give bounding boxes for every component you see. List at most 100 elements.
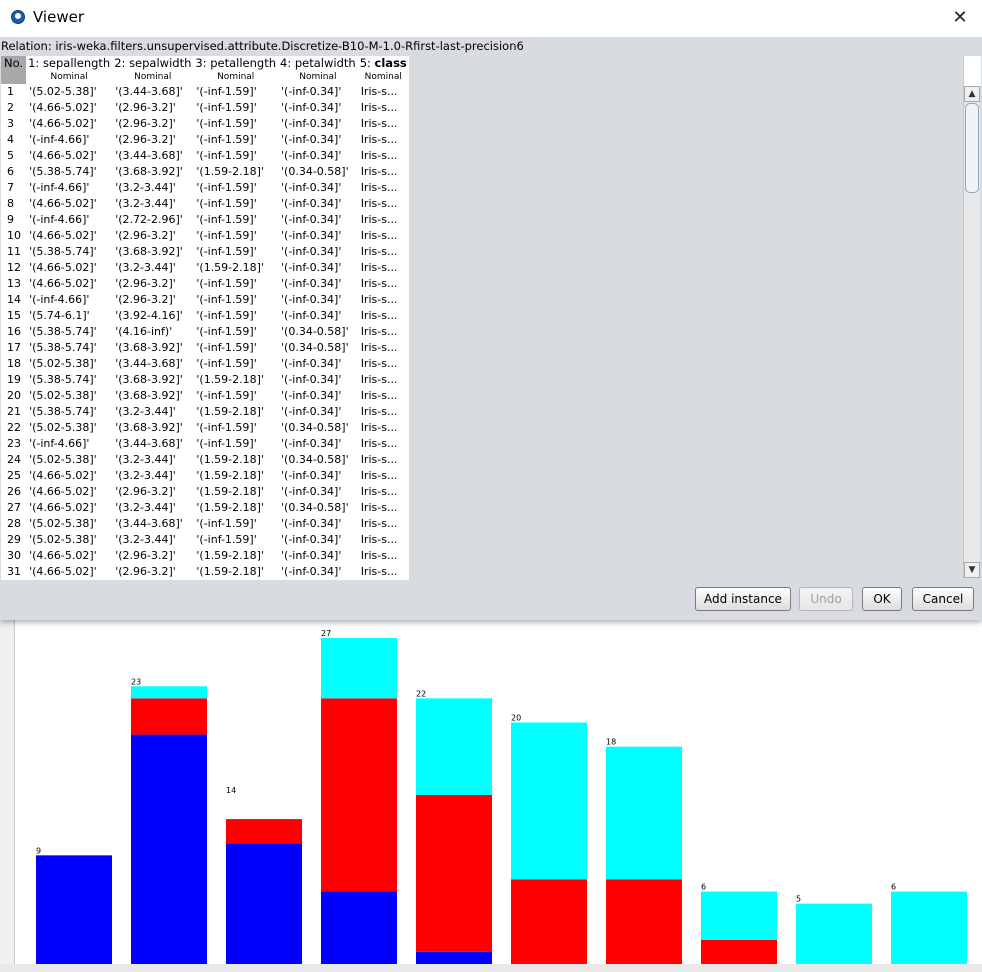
ok-button[interactable]: OK xyxy=(862,587,902,611)
table-cell[interactable]: '(-inf-1.59]' xyxy=(193,340,279,356)
table-cell[interactable]: '(-inf-0.34]' xyxy=(278,388,358,404)
table-cell[interactable]: '(-inf-0.34]' xyxy=(278,436,358,452)
table-cell[interactable]: Iris-s... xyxy=(357,292,409,308)
table-row[interactable]: 13 '(4.66-5.02]' '(2.96-3.2]' '(-inf-1.59]'… xyxy=(1,276,409,292)
table-cell[interactable]: '(0.34-0.58]' xyxy=(278,500,358,516)
table-cell[interactable]: '(-inf-1.59]' xyxy=(193,308,279,324)
table-cell[interactable]: Iris-s... xyxy=(357,132,409,148)
table-cell[interactable]: '(5.02-5.38]' xyxy=(26,420,113,436)
table-cell[interactable]: '(0.34-0.58]' xyxy=(278,324,358,340)
table-cell[interactable]: '(-inf-0.34]' xyxy=(278,356,358,372)
table-row[interactable]: 20 '(5.02-5.38]' '(3.68-3.92]' '(-inf-1.59]… xyxy=(1,388,409,404)
table-row[interactable]: 30 '(4.66-5.02]' '(2.96-3.2]' '(1.59-2.18]'… xyxy=(1,548,409,564)
table-cell[interactable]: '(2.72-2.96]' xyxy=(112,212,194,228)
table-cell[interactable]: '(2.96-3.2]' xyxy=(112,132,194,148)
row-number-cell[interactable]: 7 xyxy=(1,180,27,196)
table-cell[interactable]: Iris-s... xyxy=(357,420,409,436)
table-cell[interactable]: '(-inf-0.34]' xyxy=(278,212,358,228)
table-cell[interactable]: '(5.38-5.74]' xyxy=(26,244,113,260)
table-cell[interactable]: '(-inf-1.59]' xyxy=(193,100,279,116)
row-number-cell[interactable]: 9 xyxy=(1,212,27,228)
row-number-cell[interactable]: 20 xyxy=(1,388,27,404)
table-cell[interactable]: '(2.96-3.2]' xyxy=(112,564,194,580)
scroll-down-arrow-icon[interactable]: ▼ xyxy=(964,562,980,578)
table-cell[interactable]: '(3.68-3.92]' xyxy=(112,164,194,180)
table-cell[interactable]: '(-inf-1.59]' xyxy=(193,84,279,100)
table-cell[interactable]: '(-inf-0.34]' xyxy=(278,100,358,116)
table-cell[interactable]: '(5.02-5.38]' xyxy=(26,532,113,548)
table-cell[interactable]: '(2.96-3.2]' xyxy=(112,116,194,132)
row-number-cell[interactable]: 29 xyxy=(1,532,27,548)
table-cell[interactable]: '(-inf-0.34]' xyxy=(278,196,358,212)
column-header-4[interactable]: 4: petalwidth Nominal xyxy=(278,56,358,84)
table-cell[interactable]: '(2.96-3.2]' xyxy=(112,100,194,116)
table-row[interactable]: 5 '(4.66-5.02]' '(3.44-3.68]' '(-inf-1.59]'… xyxy=(1,148,409,164)
table-cell[interactable]: '(-inf-1.59]' xyxy=(193,420,279,436)
scroll-thumb[interactable] xyxy=(965,103,979,193)
column-header-5[interactable]: 5: class Nominal xyxy=(357,56,409,84)
table-cell[interactable]: '(2.96-3.2]' xyxy=(112,228,194,244)
table-cell[interactable]: '(4.66-5.02]' xyxy=(26,484,113,500)
table-row[interactable]: 27 '(4.66-5.02]' '(3.2-3.44]' '(1.59-2.18]'… xyxy=(1,500,409,516)
table-cell[interactable]: '(4.66-5.02]' xyxy=(26,196,113,212)
row-number-cell[interactable]: 5 xyxy=(1,148,27,164)
table-cell[interactable]: '(3.44-3.68]' xyxy=(112,356,194,372)
table-cell[interactable]: '(1.59-2.18]' xyxy=(193,484,279,500)
table-cell[interactable]: '(-inf-1.59]' xyxy=(193,292,279,308)
table-cell[interactable]: Iris-s... xyxy=(357,260,409,276)
table-cell[interactable]: Iris-s... xyxy=(357,404,409,420)
table-cell[interactable]: Iris-s... xyxy=(357,548,409,564)
table-cell[interactable]: '(-inf-0.34]' xyxy=(278,292,358,308)
table-cell[interactable]: '(-inf-1.59]' xyxy=(193,516,279,532)
table-cell[interactable]: '(3.2-3.44]' xyxy=(112,468,194,484)
table-cell[interactable]: '(-inf-1.59]' xyxy=(193,132,279,148)
table-cell[interactable]: '(2.96-3.2]' xyxy=(112,276,194,292)
table-cell[interactable]: '(-inf-0.34]' xyxy=(278,548,358,564)
table-cell[interactable]: '(1.59-2.18]' xyxy=(193,452,279,468)
table-cell[interactable]: Iris-s... xyxy=(357,516,409,532)
table-cell[interactable]: '(3.44-3.68]' xyxy=(112,436,194,452)
table-row[interactable]: 2 '(4.66-5.02]' '(2.96-3.2]' '(-inf-1.59]' '… xyxy=(1,100,409,116)
table-row[interactable]: 8 '(4.66-5.02]' '(3.2-3.44]' '(-inf-1.59]' '… xyxy=(1,196,409,212)
table-row[interactable]: 21 '(5.38-5.74]' '(3.2-3.44]' '(1.59-2.18]'… xyxy=(1,404,409,420)
table-cell[interactable]: '(3.44-3.68]' xyxy=(112,148,194,164)
row-number-cell[interactable]: 27 xyxy=(1,500,27,516)
row-number-cell[interactable]: 23 xyxy=(1,436,27,452)
table-cell[interactable]: '(-inf-1.59]' xyxy=(193,228,279,244)
table-cell[interactable]: '(1.59-2.18]' xyxy=(193,468,279,484)
table-cell[interactable]: Iris-s... xyxy=(357,372,409,388)
table-cell[interactable]: '(0.34-0.58]' xyxy=(278,164,358,180)
table-cell[interactable]: '(3.44-3.68]' xyxy=(112,84,194,100)
row-number-cell[interactable]: 28 xyxy=(1,516,27,532)
table-cell[interactable]: '(-inf-1.59]' xyxy=(193,148,279,164)
undo-button[interactable]: Undo xyxy=(799,587,853,611)
table-cell[interactable]: '(3.2-3.44]' xyxy=(112,180,194,196)
row-number-cell[interactable]: 22 xyxy=(1,420,27,436)
table-row[interactable]: 24 '(5.02-5.38]' '(3.2-3.44]' '(1.59-2.18]'… xyxy=(1,452,409,468)
table-cell[interactable]: '(1.59-2.18]' xyxy=(193,260,279,276)
table-cell[interactable]: '(-inf-0.34]' xyxy=(278,260,358,276)
table-cell[interactable]: '(-inf-1.59]' xyxy=(193,436,279,452)
table-row[interactable]: 25 '(4.66-5.02]' '(3.2-3.44]' '(1.59-2.18]'… xyxy=(1,468,409,484)
column-header-1[interactable]: 1: sepallength Nominal xyxy=(26,56,113,84)
table-cell[interactable]: '(-inf-1.59]' xyxy=(193,356,279,372)
table-cell[interactable]: '(-inf-0.34]' xyxy=(278,372,358,388)
table-cell[interactable]: '(5.02-5.38]' xyxy=(26,452,113,468)
table-cell[interactable]: Iris-s... xyxy=(357,564,409,580)
table-cell[interactable]: '(3.68-3.92]' xyxy=(112,372,194,388)
table-cell[interactable]: Iris-s... xyxy=(357,388,409,404)
table-cell[interactable]: '(1.59-2.18]' xyxy=(193,500,279,516)
table-cell[interactable]: '(-inf-4.66]' xyxy=(26,436,113,452)
table-cell[interactable]: '(1.59-2.18]' xyxy=(193,164,279,180)
table-cell[interactable]: '(-inf-0.34]' xyxy=(278,148,358,164)
table-cell[interactable]: '(3.92-4.16]' xyxy=(112,308,194,324)
table-cell[interactable]: '(3.68-3.92]' xyxy=(112,244,194,260)
vertical-scrollbar[interactable]: ▲ ▼ xyxy=(963,86,980,578)
row-number-cell[interactable]: 4 xyxy=(1,132,27,148)
table-cell[interactable]: '(-inf-0.34]' xyxy=(278,276,358,292)
table-cell[interactable]: Iris-s... xyxy=(357,340,409,356)
table-cell[interactable]: '(-inf-4.66]' xyxy=(26,212,113,228)
table-cell[interactable]: '(4.66-5.02]' xyxy=(26,260,113,276)
table-cell[interactable]: '(-inf-1.59]' xyxy=(193,180,279,196)
table-row[interactable]: 17 '(5.38-5.74]' '(3.68-3.92]' '(-inf-1.59]… xyxy=(1,340,409,356)
